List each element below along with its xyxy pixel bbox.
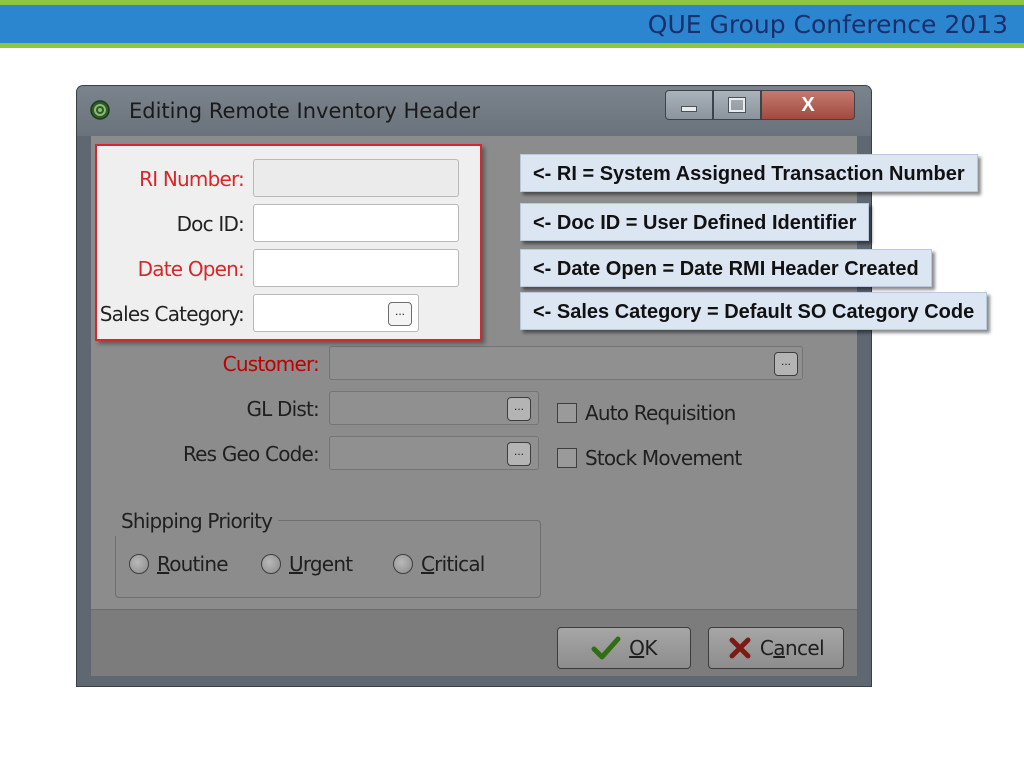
urgent-label-rest: rgent [302,552,353,576]
slide-header-band: QUE Group Conference 2013 [0,0,1024,50]
ok-label-rest: K [644,636,657,660]
ok-hotkey: O [629,636,645,660]
auto-requisition-label: Auto Requisition [585,401,736,425]
cancel-label-pre: C [759,636,774,660]
doc-id-field[interactable] [253,204,459,242]
radio-routine[interactable] [129,554,149,574]
dialog-button-bar: OK Cancel [91,609,857,676]
stock-movement-label: Stock Movement [585,446,742,470]
ok-button[interactable]: OK [557,627,691,669]
urgent-hotkey: U [289,552,304,576]
sales-category-lookup-button[interactable]: ... [388,302,412,326]
close-button[interactable]: X [761,90,855,120]
close-icon: X [801,93,815,116]
radio-urgent[interactable] [261,554,281,574]
minimize-icon [681,106,697,112]
doc-id-label: Doc ID: [176,212,245,236]
routine-hotkey: R [157,552,170,576]
res-geo-code-label: Res Geo Code: [182,442,320,466]
maximize-icon [728,97,746,113]
maximize-button[interactable] [713,90,761,120]
cancel-label: Cancel [759,636,825,660]
shipping-priority-title: Shipping Priority [115,506,279,536]
callout-ri-number: <- RI = System Assigned Transaction Numb… [520,154,978,192]
customer-field[interactable] [329,346,803,380]
radio-critical-label: Critical [421,549,485,579]
ok-label: OK [629,636,657,660]
radio-critical[interactable] [393,554,413,574]
callout-date-open: <- Date Open = Date RMI Header Created [520,249,932,287]
gl-dist-label: GL Dist: [246,397,319,421]
sales-category-label: Sales Category: [99,302,245,326]
stock-movement-checkbox[interactable] [557,448,577,468]
radio-urgent-label: Urgent [289,549,353,579]
date-open-field[interactable] [253,249,459,287]
x-icon [729,637,751,659]
radio-routine-label: Routine [157,549,228,579]
cancel-hotkey: a [773,636,785,660]
ri-number-label: RI Number: [139,167,245,191]
routine-label-rest: outine [169,552,228,576]
callout-sales-category: <- Sales Category = Default SO Category … [520,292,988,330]
ri-number-field[interactable] [253,159,459,197]
critical-label-rest: ritical [434,552,485,576]
header-stripe-bottom [0,43,1024,48]
res-geo-code-lookup-button[interactable]: ... [507,442,531,466]
auto-requisition-checkbox[interactable] [557,403,577,423]
customer-label: Customer: [222,352,320,376]
slide-title: QUE Group Conference 2013 [647,10,1008,39]
highlighted-fields-panel: RI Number: Doc ID: Date Open: Sales Cate… [95,144,482,341]
window-titlebar[interactable]: Editing Remote Inventory Header X [77,86,871,136]
date-open-label: Date Open: [137,257,245,281]
checkmark-icon [591,636,621,660]
callout-doc-id: <- Doc ID = User Defined Identifier [520,203,870,241]
minimize-button[interactable] [665,90,713,120]
gear-icon [90,100,110,120]
critical-hotkey: C [421,552,435,576]
gl-dist-lookup-button[interactable]: ... [507,397,531,421]
cancel-button[interactable]: Cancel [708,627,844,669]
window-title: Editing Remote Inventory Header [129,99,480,123]
customer-lookup-button[interactable]: ... [774,352,798,376]
cancel-label-rest: ncel [784,636,825,660]
